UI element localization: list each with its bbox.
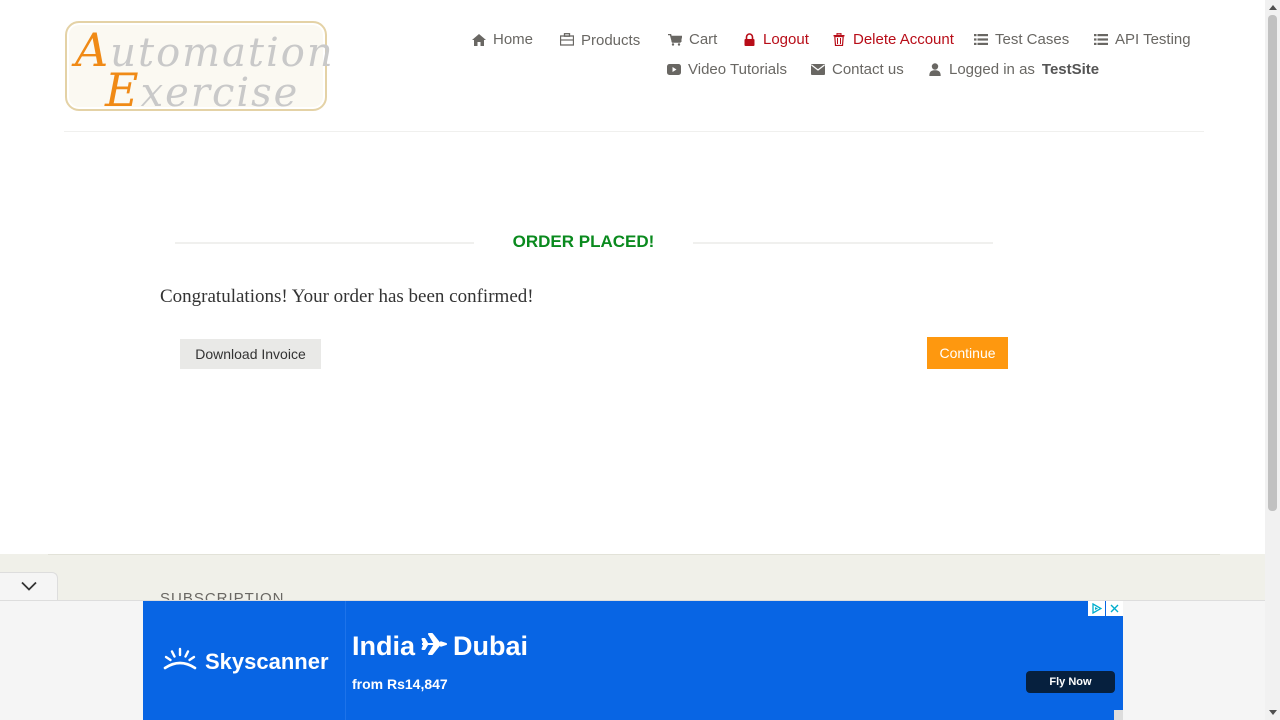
nav-contact-us-label: Contact us — [832, 61, 904, 78]
airplane-icon — [421, 631, 448, 662]
nav-logout-label: Logout — [763, 31, 809, 48]
ad-price: from Rs14,847 — [352, 676, 448, 692]
nav-test-cases[interactable]: Test Cases — [974, 31, 1069, 48]
ad-brand: Skyscanner — [163, 647, 329, 677]
cart-icon — [668, 33, 682, 47]
nav-logout[interactable]: Logout — [742, 31, 809, 48]
site-logo[interactable]: Automation Exercise — [65, 21, 333, 117]
nav-products-label: Products — [581, 32, 641, 49]
nav-api-testing[interactable]: API Testing — [1094, 31, 1191, 48]
fly-now-button[interactable]: Fly Now — [1026, 671, 1115, 693]
ad-destination: Dubai — [453, 631, 529, 661]
envelope-icon — [811, 63, 825, 77]
continue-button[interactable]: Continue — [927, 337, 1008, 369]
header-divider — [64, 131, 1204, 132]
logged-in-label: Logged in as — [949, 61, 1035, 78]
nav-delete-account-label: Delete Account — [853, 31, 954, 48]
nav-contact-us[interactable]: Contact us — [811, 61, 904, 78]
nav-cart[interactable]: Cart — [668, 31, 717, 48]
title-rule-right — [693, 242, 993, 244]
logged-in-status: Logged in as TestSite — [928, 61, 1099, 78]
lock-icon — [742, 33, 756, 47]
youtube-play-icon — [667, 63, 681, 77]
scroll-up-arrow-icon[interactable] — [1265, 0, 1280, 15]
user-icon — [928, 63, 942, 77]
skyscanner-sunrise-icon — [163, 647, 197, 677]
order-placed-title: ORDER PLACED! — [512, 232, 655, 251]
nav-products[interactable]: Products — [560, 31, 641, 49]
nav-video-tutorials[interactable]: Video Tutorials — [667, 61, 787, 78]
adchoices-icon[interactable] — [1088, 601, 1105, 616]
ad-divider — [345, 601, 346, 720]
scrollbar-thumb[interactable] — [1268, 15, 1277, 511]
ad-collapse-button[interactable] — [0, 572, 58, 600]
footer-divider — [48, 554, 1220, 555]
nav-home[interactable]: Home — [472, 31, 533, 48]
nav-video-tutorials-label: Video Tutorials — [688, 61, 787, 78]
list-icon — [974, 33, 988, 47]
briefcase-icon — [560, 33, 574, 47]
scroll-down-arrow-icon[interactable] — [1265, 705, 1280, 720]
ad-route: India Dubai — [352, 631, 528, 662]
nav-cart-label: Cart — [689, 31, 718, 48]
vertical-scrollbar[interactable] — [1265, 0, 1280, 720]
download-invoice-button[interactable]: Download Invoice — [180, 339, 321, 369]
ad-origin: India — [352, 631, 416, 661]
page: Automation Exercise Home Products Cart L… — [0, 0, 1265, 720]
logged-in-username: TestSite — [1041, 61, 1100, 78]
title-rule-left — [175, 242, 474, 244]
nav-home-label: Home — [493, 31, 534, 48]
nav-api-testing-label: API Testing — [1115, 31, 1191, 48]
nav-delete-account[interactable]: Delete Account — [832, 31, 954, 48]
order-confirmation-message: Congratulations! Your order has been con… — [160, 286, 534, 307]
ad-brand-name: Skyscanner — [205, 649, 329, 674]
ad-badges — [1088, 601, 1123, 616]
ad-close-icon[interactable] — [1106, 601, 1123, 616]
chevron-down-icon — [20, 578, 37, 596]
ad-banner[interactable]: Skyscanner India Dubai from Rs14,847 Fly… — [143, 601, 1123, 720]
nav-test-cases-label: Test Cases — [995, 31, 1070, 48]
trash-icon — [832, 33, 846, 47]
logo-line-2: Exercise — [105, 63, 300, 117]
list-icon — [1094, 33, 1108, 47]
home-icon — [472, 33, 486, 47]
ad-corner-marker — [1114, 710, 1123, 720]
